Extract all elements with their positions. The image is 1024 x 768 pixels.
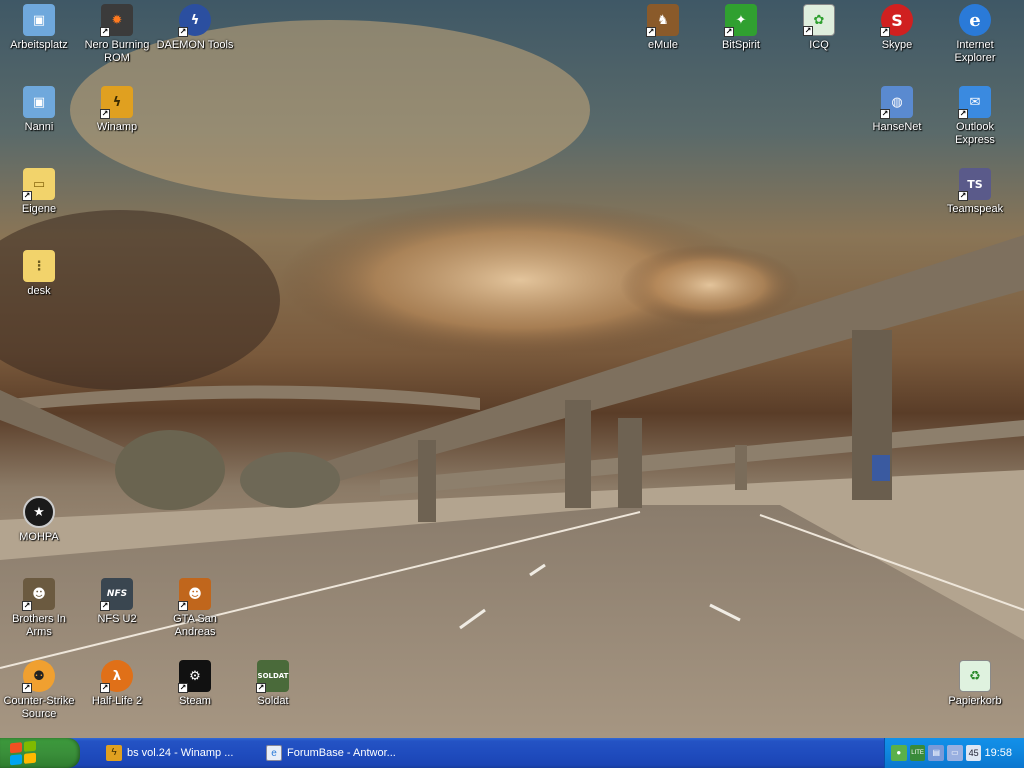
network-globe-icon: ◍ ↗ [880,86,913,119]
teamspeak-icon: TS ↗ [958,168,991,201]
my-computer-icon: ▣ [23,4,55,36]
icon-outlook-express[interactable]: ✉ ↗ Outlook Express [936,86,1014,147]
icon-label: Nero Burning ROM [84,39,150,64]
icon-label: Papierkorb [948,695,1002,707]
taskbar-button-label: ForumBase - Antwor... [287,747,396,759]
cs-soldier-icon: ⚉ ↗ [22,660,55,693]
outlook-express-icon: ✉ ↗ [958,86,991,119]
icon-label: MOHPA [19,531,59,543]
icon-skype[interactable]: S ↗ Skype [858,4,936,52]
icon-hansenet[interactable]: ◍ ↗ HanseNet [858,86,936,134]
recycle-bin-icon: ♻ [959,660,991,692]
soldat-logo-icon: SOLDAT ↗ [256,660,289,693]
icon-label: Internet Explorer [954,39,996,64]
icon-arbeitsplatz[interactable]: ▣ Arbeitsplatz [0,4,78,52]
icon-label: Skype [881,39,913,51]
icon-label: Winamp [96,121,138,133]
emule-mule-icon: ♞ ↗ [646,4,679,37]
icon-nanni[interactable]: ▣ Nanni [0,86,78,134]
icon-half-life-2[interactable]: λ ↗ Half-Life 2 [78,660,156,708]
icon-label: BitSpirit [722,39,760,51]
icon-label: DAEMON Tools [156,39,234,51]
icon-papierkorb[interactable]: ♻ Papierkorb [936,660,1014,708]
icon-label: Eigene [21,203,57,215]
nero-flame-icon: ✹ ↗ [100,4,133,37]
taskbar-button-forumbase[interactable]: e ForumBase - Antwor... [260,741,418,765]
icon-label: desk [27,285,51,297]
steam-icon: ⚙ ↗ [178,660,211,693]
winamp-lightning-icon: ϟ [106,745,122,761]
icon-winamp[interactable]: ϟ ↗ Winamp [78,86,156,134]
icon-label: Nanni [24,121,54,133]
windows-logo-icon [10,740,36,766]
nfs-logo-icon: NFS ↗ [100,578,133,611]
icon-counter-strike[interactable]: ⚉ ↗ Counter-Strike Source [0,660,78,721]
folder-icon: ▭ ↗ [22,168,55,201]
icon-soldat[interactable]: SOLDAT ↗ Soldat [234,660,312,708]
system-tray: ● LITE ▤ ▭ 45 19:58 [884,738,1024,768]
start-button[interactable] [0,738,80,768]
network-computer-icon: ▣ [23,86,55,118]
clock[interactable]: 19:58 [984,747,1012,759]
gta-portrait-icon: ☻ ↗ [178,578,211,611]
icq-flower-icon: ✿ ↗ [803,4,835,36]
icon-label: GTA San Andreas [173,613,217,638]
ie-logo-icon: e [959,4,991,36]
taskbar-button-label: bs vol.24 - Winamp ... [127,747,234,759]
icon-steam[interactable]: ⚙ ↗ Steam [156,660,234,708]
network-lite-icon[interactable]: LITE [909,745,926,761]
zip-folder-icon: ⋮ [23,250,55,282]
icon-desk[interactable]: ⋮ desk [0,250,78,298]
icon-label: NFS U2 [97,613,137,625]
icon-label: HanseNet [872,121,922,133]
icon-mohpa[interactable]: ★ MOHPA [0,496,78,544]
icon-daemon-tools[interactable]: ϟ ↗ DAEMON Tools [156,4,234,52]
icon-teamspeak[interactable]: TS ↗ Teamspeak [936,168,1014,216]
icon-icq[interactable]: ✿ ↗ ICQ [780,4,858,52]
messenger-icon[interactable]: ● [891,745,907,761]
icon-label: Counter-Strike Source [3,695,75,720]
icon-nfs-u2[interactable]: NFS ↗ NFS U2 [78,578,156,626]
medal-star-icon: ★ [23,496,55,528]
icon-label: Half-Life 2 [91,695,143,707]
icon-bitspirit[interactable]: ✦ ↗ BitSpirit [702,4,780,52]
taskbar-button-winamp[interactable]: ϟ bs vol.24 - Winamp ... [100,741,258,765]
icon-label: Soldat [257,695,289,707]
icon-label: Steam [179,695,211,707]
soldier-portrait-icon: ☻ ↗ [22,578,55,611]
icon-emule[interactable]: ♞ ↗ eMule [624,4,702,52]
skype-icon: S ↗ [880,4,913,37]
icon-label: Arbeitsplatz [10,39,68,51]
network-connection-icon[interactable]: ▤ [928,745,945,761]
icon-nero[interactable]: ✹ ↗ Nero Burning ROM [78,4,156,65]
display-icon[interactable]: ▭ [947,745,963,761]
icon-internet-explorer[interactable]: e Internet Explorer [936,4,1014,65]
icon-label: ICQ [809,39,829,51]
icon-eigene[interactable]: ▭ ↗ Eigene [0,168,78,216]
icon-gta-sa[interactable]: ☻ ↗ GTA San Andreas [156,578,234,639]
icon-label: Teamspeak [946,203,1004,215]
taskbar: ϟ bs vol.24 - Winamp ... e ForumBase - A… [0,738,1024,768]
icon-label: eMule [648,39,678,51]
bitspirit-icon: ✦ ↗ [724,4,757,37]
daemon-lightning-icon: ϟ ↗ [178,4,211,37]
winamp-lightning-icon: ϟ ↗ [100,86,133,119]
lambda-icon: λ ↗ [100,660,133,693]
icon-brothers-in-arms[interactable]: ☻ ↗ Brothers In Arms [0,578,78,639]
icon-label: Brothers In Arms [12,613,66,638]
icon-label: Outlook Express [955,121,995,146]
volume-icon[interactable]: 45 [965,745,982,761]
ie-logo-icon: e [266,745,282,761]
